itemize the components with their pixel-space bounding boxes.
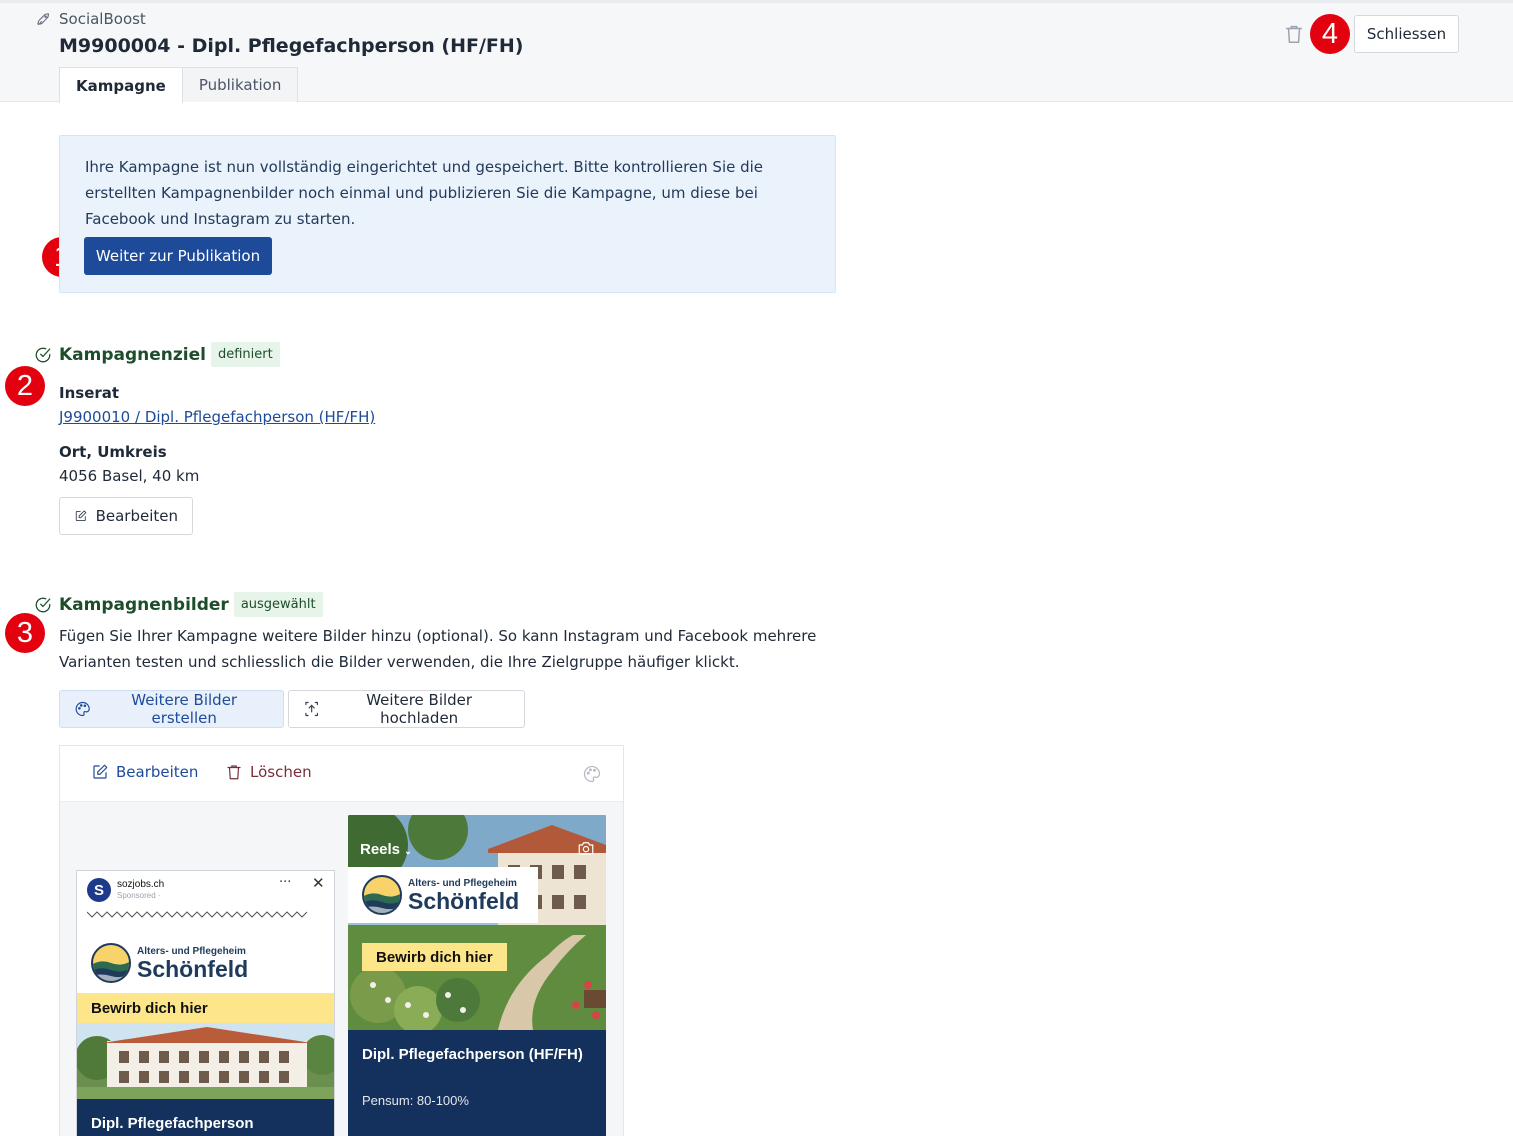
upload-icon (305, 701, 319, 717)
image-previews: S sozjobs.ch Sponsored · ··· ✕ Alters- u… (60, 802, 623, 1136)
ad-footer-title: Dipl. Pflegefachperson (77, 1099, 334, 1136)
images-section-header: Kampagnenbilder ausgewählt (34, 592, 323, 617)
page-header: SocialBoost M9900004 - Dipl. Pflegefachp… (0, 0, 1513, 103)
continue-to-publication-button[interactable]: Weiter zur Publikation (84, 237, 272, 275)
create-images-button[interactable]: Weitere Bilder erstellen (59, 690, 284, 728)
logo-emblem (362, 875, 402, 915)
reels-label-text: Reels (360, 841, 401, 858)
palette-icon[interactable] (582, 764, 602, 784)
placeholder-text-line (87, 911, 308, 918)
chevron-down-icon: ⌄ (404, 846, 412, 856)
brand-logo: Alters- und Pflegeheim Schönfeld (348, 867, 538, 923)
check-circle-icon (35, 347, 51, 362)
trash-icon (227, 765, 241, 780)
ad-job-title: Dipl. Pflegefachperson (HF/FH) (362, 1046, 583, 1063)
logo-subtitle: Alters- und Pflegeheim (408, 877, 517, 889)
goal-section-title: Kampagnenziel (59, 344, 206, 365)
ad-cta: Bewirb dich hier (362, 943, 507, 971)
delete-image-button[interactable]: Löschen (225, 763, 312, 781)
ad-pensum: Pensum: 80-100% (362, 1093, 469, 1108)
palette-icon (75, 701, 90, 717)
step-marker-2: 2 (5, 366, 45, 406)
image-card-toolbar: Bearbeiten Löschen (60, 746, 623, 802)
app-name: SocialBoost (59, 10, 146, 28)
logo-title: Schönfeld (137, 955, 249, 982)
location-value: 4056 Basel, 40 km (59, 467, 200, 485)
building-photo (77, 1023, 334, 1099)
page-avatar: S (87, 878, 111, 902)
brand: SocialBoost (35, 10, 146, 28)
ad-cta: Bewirb dich hier (77, 993, 334, 1023)
page-title: M9900004 - Dipl. Pflegefachperson (HF/FH… (59, 35, 524, 57)
reels-ad-preview[interactable]: Reels ⌄ Alters- und Pflegeheim Schönfeld (348, 815, 606, 1136)
reels-label: Reels ⌄ (360, 841, 412, 858)
ad-header: S sozjobs.ch Sponsored · ··· ✕ (77, 871, 334, 907)
edit-icon (93, 764, 108, 779)
camera-icon (578, 842, 594, 855)
upload-images-button[interactable]: Weitere Bilder hochladen (288, 690, 525, 728)
edit-image-button[interactable]: Bearbeiten (91, 763, 198, 781)
images-description: Fügen Sie Ihrer Kampagne weitere Bilder … (59, 627, 817, 671)
info-box: Ihre Kampagne ist nun vollständig einger… (59, 135, 836, 293)
edit-goal-label: Bearbeiten (95, 507, 178, 525)
location-label: Ort, Umkreis (59, 443, 167, 461)
create-images-label: Weitere Bilder erstellen (131, 691, 238, 727)
more-icon: ··· (279, 875, 292, 890)
rocket-icon (37, 12, 50, 25)
facebook-ad-preview[interactable]: S sozjobs.ch Sponsored · ··· ✕ Alters- u… (76, 870, 335, 1136)
ad-value: J9900010 / Dipl. Pflegefachperson (HF/FH… (59, 408, 375, 426)
ad-link[interactable]: J9900010 / Dipl. Pflegefachperson (HF/FH… (59, 408, 375, 426)
edit-icon (75, 510, 87, 521)
status-badge: definiert (210, 342, 280, 367)
status-badge: ausgewählt (233, 592, 323, 617)
brand-logo: Alters- und Pflegeheim Schönfeld (91, 943, 248, 983)
check-circle-icon (35, 597, 51, 612)
tab-publikation[interactable]: Publikation (182, 67, 299, 102)
logo-subtitle: Alters- und Pflegeheim (137, 945, 246, 957)
page-name: sozjobs.ch (117, 879, 165, 890)
sponsored-label: Sponsored · (117, 891, 161, 900)
ad-label: Inserat (59, 384, 120, 402)
close-button[interactable]: Schliessen (1354, 15, 1459, 53)
delete-image-label: Löschen (250, 763, 312, 781)
images-section-title: Kampagnenbilder (59, 594, 229, 615)
info-text: Ihre Kampagne ist nun vollständig einger… (85, 158, 764, 228)
tab-kampagne[interactable]: Kampagne (59, 67, 183, 103)
logo-title: Schönfeld (408, 887, 520, 914)
header-top-border (0, 0, 1513, 3)
close-icon: ✕ (312, 874, 325, 892)
goal-section-header: Kampagnenziel definiert (34, 342, 280, 367)
image-card: Bearbeiten Löschen S sozjobs.ch Sponsore… (59, 745, 624, 1136)
tab-bar: Kampagne Publikation (59, 67, 299, 103)
step-marker-4: 4 (1310, 14, 1350, 54)
edit-image-label: Bearbeiten (116, 763, 199, 781)
logo-emblem (91, 943, 131, 983)
edit-goal-button[interactable]: Bearbeiten (59, 497, 193, 535)
upload-images-label: Weitere Bilder hochladen (366, 691, 473, 727)
step-marker-3: 3 (5, 613, 45, 653)
trash-icon[interactable] (1283, 22, 1305, 46)
